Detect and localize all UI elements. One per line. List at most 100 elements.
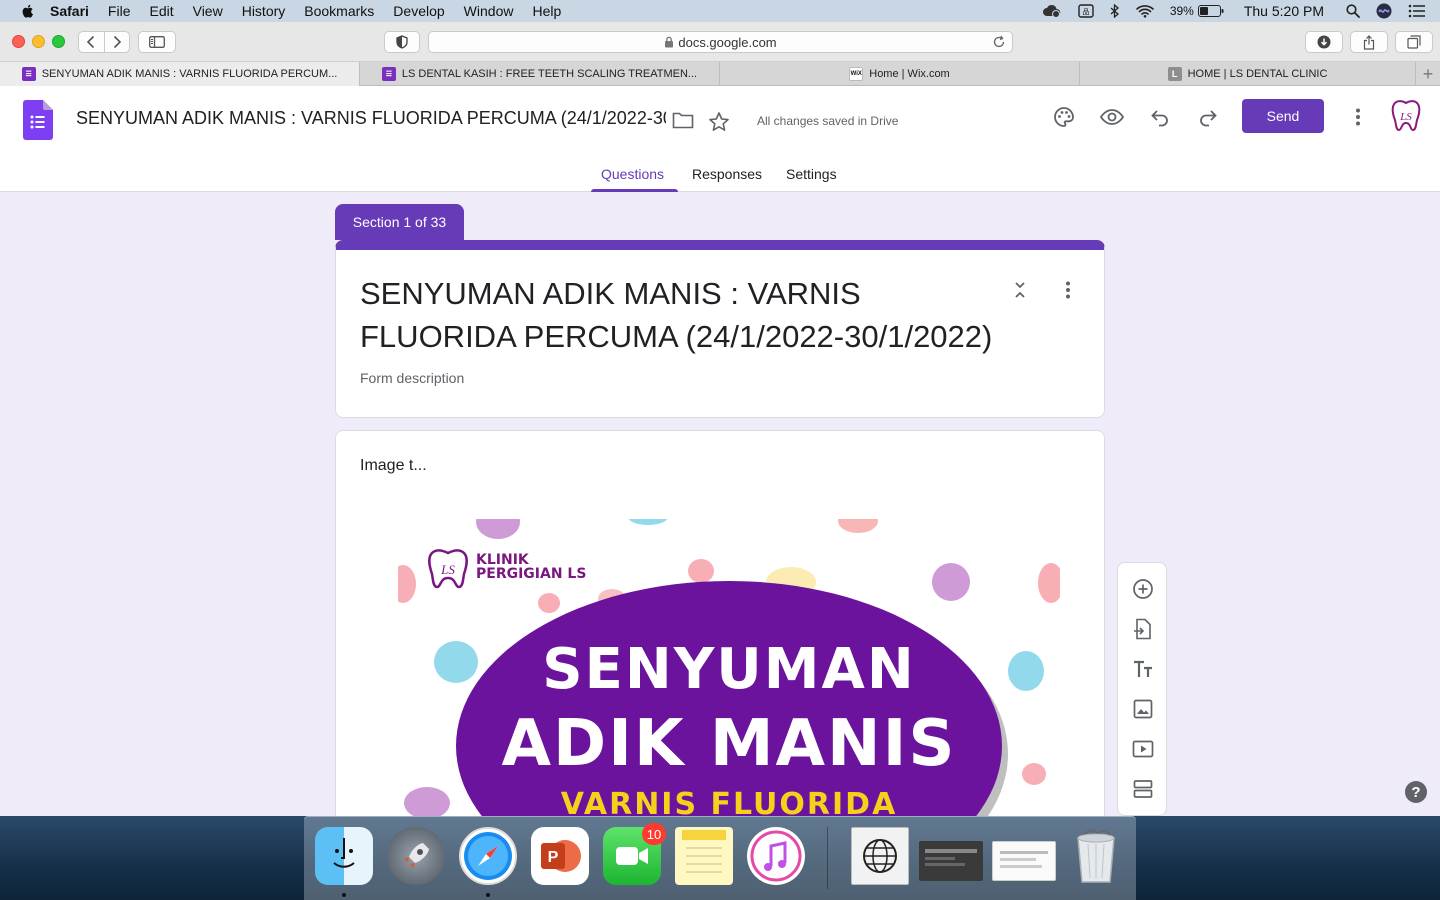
palette-icon[interactable] [1052,105,1076,129]
back-forward-group [78,31,130,53]
menu-help[interactable]: Help [532,3,561,19]
download-icon [1317,35,1331,49]
more-options-icon[interactable] [1346,105,1370,129]
form-title-card[interactable]: SENYUMAN ADIK MANIS : VARNIS FLUORIDA PE… [335,240,1105,418]
tab-title: SENYUMAN ADIK MANIS : VARNIS FLUORIDA PE… [41,68,338,80]
menu-file[interactable]: File [108,3,131,19]
launchpad-icon[interactable] [387,827,445,885]
add-title-text-icon[interactable] [1131,657,1155,681]
privacy-report-button[interactable] [384,31,420,53]
image-item-title[interactable]: Image t... [360,457,427,475]
safari-toolbar: docs.google.com [0,22,1440,62]
tab-questions[interactable]: Questions [601,166,664,182]
section-more-icon[interactable] [1056,278,1080,302]
trash-icon[interactable] [1067,827,1125,885]
share-button[interactable] [1350,31,1388,53]
redo-icon[interactable] [1196,105,1220,129]
help-icon[interactable]: ? [1405,781,1427,803]
notification-center-icon[interactable] [1408,4,1426,18]
tab-overview-button[interactable] [1395,31,1433,53]
bluetooth-icon[interactable] [1110,4,1120,18]
menu-bookmarks[interactable]: Bookmarks [304,3,374,19]
battery-status[interactable]: 39% [1170,4,1224,18]
menu-view[interactable]: View [193,3,223,19]
import-questions-icon[interactable] [1131,617,1155,641]
browser-tab-4[interactable]: L HOME | LS DENTAL CLINIC [1080,62,1416,86]
powerpoint-icon[interactable]: P [531,827,589,885]
add-section-icon[interactable] [1131,777,1155,801]
browser-tab-2[interactable]: ☰ LS DENTAL KASIH : FREE TEETH SCALING T… [360,62,720,86]
macos-menu-bar: Safari File Edit View History Bookmarks … [0,0,1440,22]
battery-icon [1197,5,1224,17]
menu-clock[interactable]: Thu 5:20 PM [1244,3,1324,19]
form-description-field[interactable]: Form description [360,370,464,386]
finder-icon[interactable] [315,827,373,885]
tab-responses[interactable]: Responses [692,166,762,182]
account-avatar[interactable]: LS [1390,99,1422,133]
form-title[interactable]: SENYUMAN ADIK MANIS : VARNIS FLUORIDA PE… [360,272,1000,358]
macos-dock: P 10 [304,816,1136,900]
add-image-icon[interactable] [1131,697,1155,721]
reload-icon[interactable] [992,35,1006,49]
status-area: 品 39% Thu 5:20 PM [1026,0,1440,22]
forms-tabs: Questions Responses Settings [0,162,1440,192]
tab-settings[interactable]: Settings [786,166,837,182]
svg-text:LS: LS [440,562,455,577]
active-tab-indicator [591,189,678,192]
safari-window-thumbnail-2[interactable] [992,841,1056,881]
browser-tab-3[interactable]: WiX Home | Wix.com [720,62,1080,86]
menu-edit[interactable]: Edit [149,3,173,19]
document-title-input[interactable]: SENYUMAN ADIK MANIS : VARNIS FLUORIDA PE… [76,108,666,129]
close-window-button[interactable] [12,35,25,48]
spotlight-search-icon[interactable] [1346,4,1360,18]
itunes-icon[interactable] [747,827,805,885]
network-utility-icon[interactable] [851,827,909,885]
google-forms-logo-icon[interactable] [23,100,53,140]
sidebar-toggle-button[interactable] [138,31,176,53]
add-video-icon[interactable] [1131,737,1155,761]
add-question-icon[interactable] [1131,577,1155,601]
menu-develop[interactable]: Develop [393,3,444,19]
siri-icon[interactable] [1376,3,1392,19]
google-forms-page: SENYUMAN ADIK MANIS : VARNIS FLUORIDA PE… [0,86,1440,816]
forward-button[interactable] [105,35,130,49]
star-icon[interactable] [708,111,730,133]
clinic-line1: KLINIK [476,552,529,568]
chevron-left-icon [87,35,95,49]
creative-cloud-icon[interactable] [1042,4,1062,18]
dock-separator [827,827,828,889]
browser-tab-1[interactable]: ☰ SENYUMAN ADIK MANIS : VARNIS FLUORIDA … [0,62,360,86]
wifi-icon[interactable] [1136,4,1154,18]
notes-icon[interactable] [675,827,733,885]
battery-percent: 39% [1169,4,1194,18]
safari-app-icon[interactable] [459,827,517,885]
safari-window-thumbnail-1[interactable] [919,841,983,881]
downloads-button[interactable] [1305,31,1343,53]
menu-history[interactable]: History [242,3,286,19]
menu-app-name[interactable]: Safari [50,3,89,19]
forms-icon: ☰ [381,67,396,81]
save-status: All changes saved in Drive [757,114,899,128]
collapse-section-icon[interactable] [1008,278,1032,302]
send-button[interactable]: Send [1242,99,1324,133]
minimize-window-button[interactable] [32,35,45,48]
fullscreen-window-button[interactable] [52,35,65,48]
menu-window[interactable]: Window [464,3,514,19]
chevron-right-icon [113,35,121,49]
new-tab-button[interactable]: + [1416,62,1440,86]
poster-headline-3: VARNIS FLUORIDA [560,787,898,816]
apple-menu-icon[interactable] [20,3,36,19]
address-bar[interactable]: docs.google.com [428,31,1013,53]
image-item-card[interactable]: Image t... LS KLINIK PERGIGIAN LS SENYUM… [335,430,1105,816]
undo-icon[interactable] [1148,105,1172,129]
poster-image: LS KLINIK PERGIGIAN LS SENYUMAN ADIK MAN… [398,519,1060,816]
back-button[interactable] [79,35,104,49]
preview-eye-icon[interactable] [1099,105,1125,129]
clinic-name: KLINIK PERGIGIAN LS [476,553,586,581]
keyboard-input-icon[interactable]: 品 [1078,4,1094,18]
forms-icon: ☰ [21,67,36,81]
wix-icon: WiX [849,67,864,81]
poster-headline-2: ADIK MANIS [501,707,957,781]
move-to-folder-icon[interactable] [672,111,694,129]
share-icon [1363,34,1375,50]
